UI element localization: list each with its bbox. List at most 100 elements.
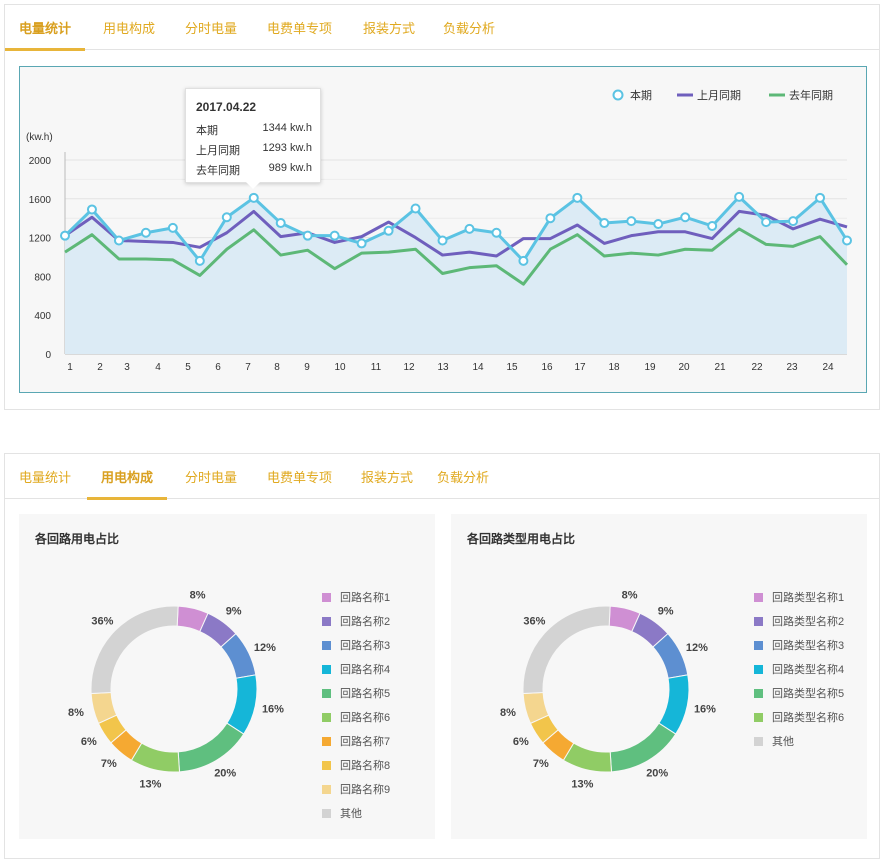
tab-timeshare-energy[interactable]: 分时电量 — [185, 18, 237, 37]
legend-item[interactable]: 回路名称8 — [322, 757, 390, 773]
data-point — [275, 218, 286, 229]
active-tab-indicator — [87, 497, 167, 500]
tab-install-method[interactable]: 报装方式 — [363, 18, 415, 37]
tab-install-method[interactable]: 报装方式 — [361, 467, 413, 486]
tab-bill-special[interactable]: 电费单专项 — [267, 18, 332, 37]
tab-timeshare-energy[interactable]: 分时电量 — [185, 467, 237, 486]
legend-item[interactable]: 其他 — [322, 805, 362, 821]
legend-marker — [612, 89, 624, 101]
tooltip-value: 1344 kw.h — [262, 122, 312, 134]
legend-swatch — [754, 713, 763, 722]
data-point — [464, 223, 475, 234]
legend-label: 上月同期 — [697, 89, 741, 102]
legend-swatch — [322, 809, 331, 818]
legend-label: 回路类型名称2 — [772, 616, 845, 628]
tooltip-key: 本期 — [196, 125, 218, 137]
x-tick-label: 14 — [472, 362, 484, 373]
data-point — [248, 192, 259, 203]
data-point — [734, 191, 745, 202]
tab-usage-composition[interactable]: 用电构成 — [101, 467, 153, 486]
data-point — [140, 227, 151, 238]
data-point — [680, 212, 691, 223]
donut-slice — [609, 722, 677, 773]
legend-item[interactable]: 回路类型名称6 — [754, 709, 844, 725]
tab-energy-stats[interactable]: 电量统计 — [19, 467, 71, 486]
legend-item[interactable]: 回路名称5 — [322, 685, 390, 701]
legend-label: 其他 — [340, 808, 362, 820]
legend-swatch — [754, 689, 763, 698]
legend-label: 回路类型名称3 — [772, 640, 845, 652]
legend-label: 回路名称6 — [340, 712, 391, 724]
x-tick-label: 10 — [334, 362, 346, 373]
legend-item[interactable]: 回路类型名称5 — [754, 685, 844, 701]
legend-swatch — [754, 665, 763, 674]
legend-swatch — [322, 641, 331, 650]
legend-swatch — [322, 785, 331, 794]
x-tick-label: 16 — [541, 362, 553, 373]
legend-item[interactable]: 回路名称6 — [322, 709, 390, 725]
tooltip-value: 989 kw.h — [268, 162, 312, 174]
legend-item[interactable]: 回路名称3 — [322, 637, 390, 653]
x-tick-label: 12 — [403, 362, 415, 373]
legend-label: 去年同期 — [789, 88, 833, 102]
data-point — [707, 220, 718, 231]
tab-load-analysis[interactable]: 负载分析 — [443, 18, 495, 37]
usage-composition-panel: 电量统计 用电构成 分时电量 电费单专项 报装方式 负载分析 各回路用电占比 8… — [4, 453, 880, 859]
legend-item[interactable]: 回路名称7 — [322, 733, 390, 749]
legend-item[interactable]: 其他 — [754, 733, 794, 749]
data-point — [194, 255, 205, 266]
legend-swatch — [754, 593, 763, 602]
tooltip-date: 2017.04.22 — [196, 100, 257, 114]
tab-bar: 电量统计 用电构成 分时电量 电费单专项 报装方式 负载分析 — [5, 5, 879, 51]
data-point — [518, 255, 529, 266]
legend-item[interactable]: 回路名称9 — [322, 781, 390, 797]
line-chart: 0400800120016002000(kw.h)1 2 3 4 5 6 7 8 9 10 11 12… — [26, 88, 852, 373]
tab-load-analysis[interactable]: 负载分析 — [437, 467, 489, 486]
x-tick-label: 9 — [304, 362, 310, 373]
data-point — [383, 225, 394, 236]
legend-item[interactable]: 回路类型名称4 — [754, 661, 844, 677]
x-tick-label: 19 — [644, 362, 656, 373]
energy-stats-panel: 电量统计 用电构成 分时电量 电费单专项 报装方式 负载分析 0 400 800 12… — [4, 4, 880, 410]
tab-energy-stats[interactable]: 电量统计 — [19, 18, 71, 37]
tooltip-key: 去年同期 — [196, 165, 240, 177]
legend-label: 回路名称7 — [340, 736, 391, 748]
x-tick-label: 18 — [608, 362, 620, 373]
donut-slice — [177, 722, 245, 773]
legend-item[interactable]: 回路名称1 — [322, 589, 390, 605]
data-point — [653, 219, 664, 230]
tab-bill-special[interactable]: 电费单专项 — [267, 467, 332, 486]
legend-swatch — [754, 641, 763, 650]
legend-swatch — [754, 617, 763, 626]
x-tick-label: 1 — [67, 362, 73, 373]
legend-item[interactable]: 回路类型名称3 — [754, 637, 844, 653]
slice-percent-label: 13% — [571, 778, 593, 790]
tooltip-value: 1293 kw.h — [262, 142, 312, 154]
tab-usage-composition[interactable]: 用电构成 — [103, 18, 155, 37]
donut-slice — [226, 674, 258, 735]
tooltip-arrow — [246, 182, 260, 189]
slice-percent-label: 8% — [622, 590, 638, 602]
donut-slice — [658, 674, 690, 735]
slice-percent-label: 20% — [214, 768, 236, 780]
x-tick-label: 2 — [97, 362, 103, 373]
data-point — [60, 230, 70, 241]
x-tick-label: 6 — [215, 362, 221, 373]
y-tick-label: 0 — [45, 350, 51, 361]
x-tick-label: 15 — [506, 362, 518, 373]
legend-item[interactable]: 回路类型名称2 — [754, 613, 844, 629]
slice-percent-label: 36% — [91, 616, 113, 628]
data-point — [410, 203, 421, 214]
data-point — [86, 204, 97, 215]
legend-item[interactable]: 回路名称2 — [322, 613, 390, 629]
slice-percent-label: 8% — [500, 707, 516, 719]
legend-item[interactable]: 回路名称4 — [322, 661, 390, 677]
y-tick-label: 2000 — [29, 156, 52, 167]
line-chart-container: 0 400 800 1200 1600 2000 (kw.h) 1 2 3 4 5 6 7 8 9 10 11 12… — [19, 66, 867, 393]
chart-tooltip: 2017.04.22 本期 1344 kw.h 上月同期 1293 kw.h 去… — [185, 88, 321, 189]
legend-item[interactable]: 回路类型名称1 — [754, 589, 844, 605]
y-tick-label: 800 — [34, 272, 51, 283]
slice-percent-label: 6% — [81, 736, 97, 748]
circuit-usage-pie-card: 各回路用电占比 8% 9% 12% 16% 20% 13% 7% 6% 8% 36% 回路名称1 回… — [19, 514, 435, 839]
slice-percent-label: 20% — [646, 768, 668, 780]
